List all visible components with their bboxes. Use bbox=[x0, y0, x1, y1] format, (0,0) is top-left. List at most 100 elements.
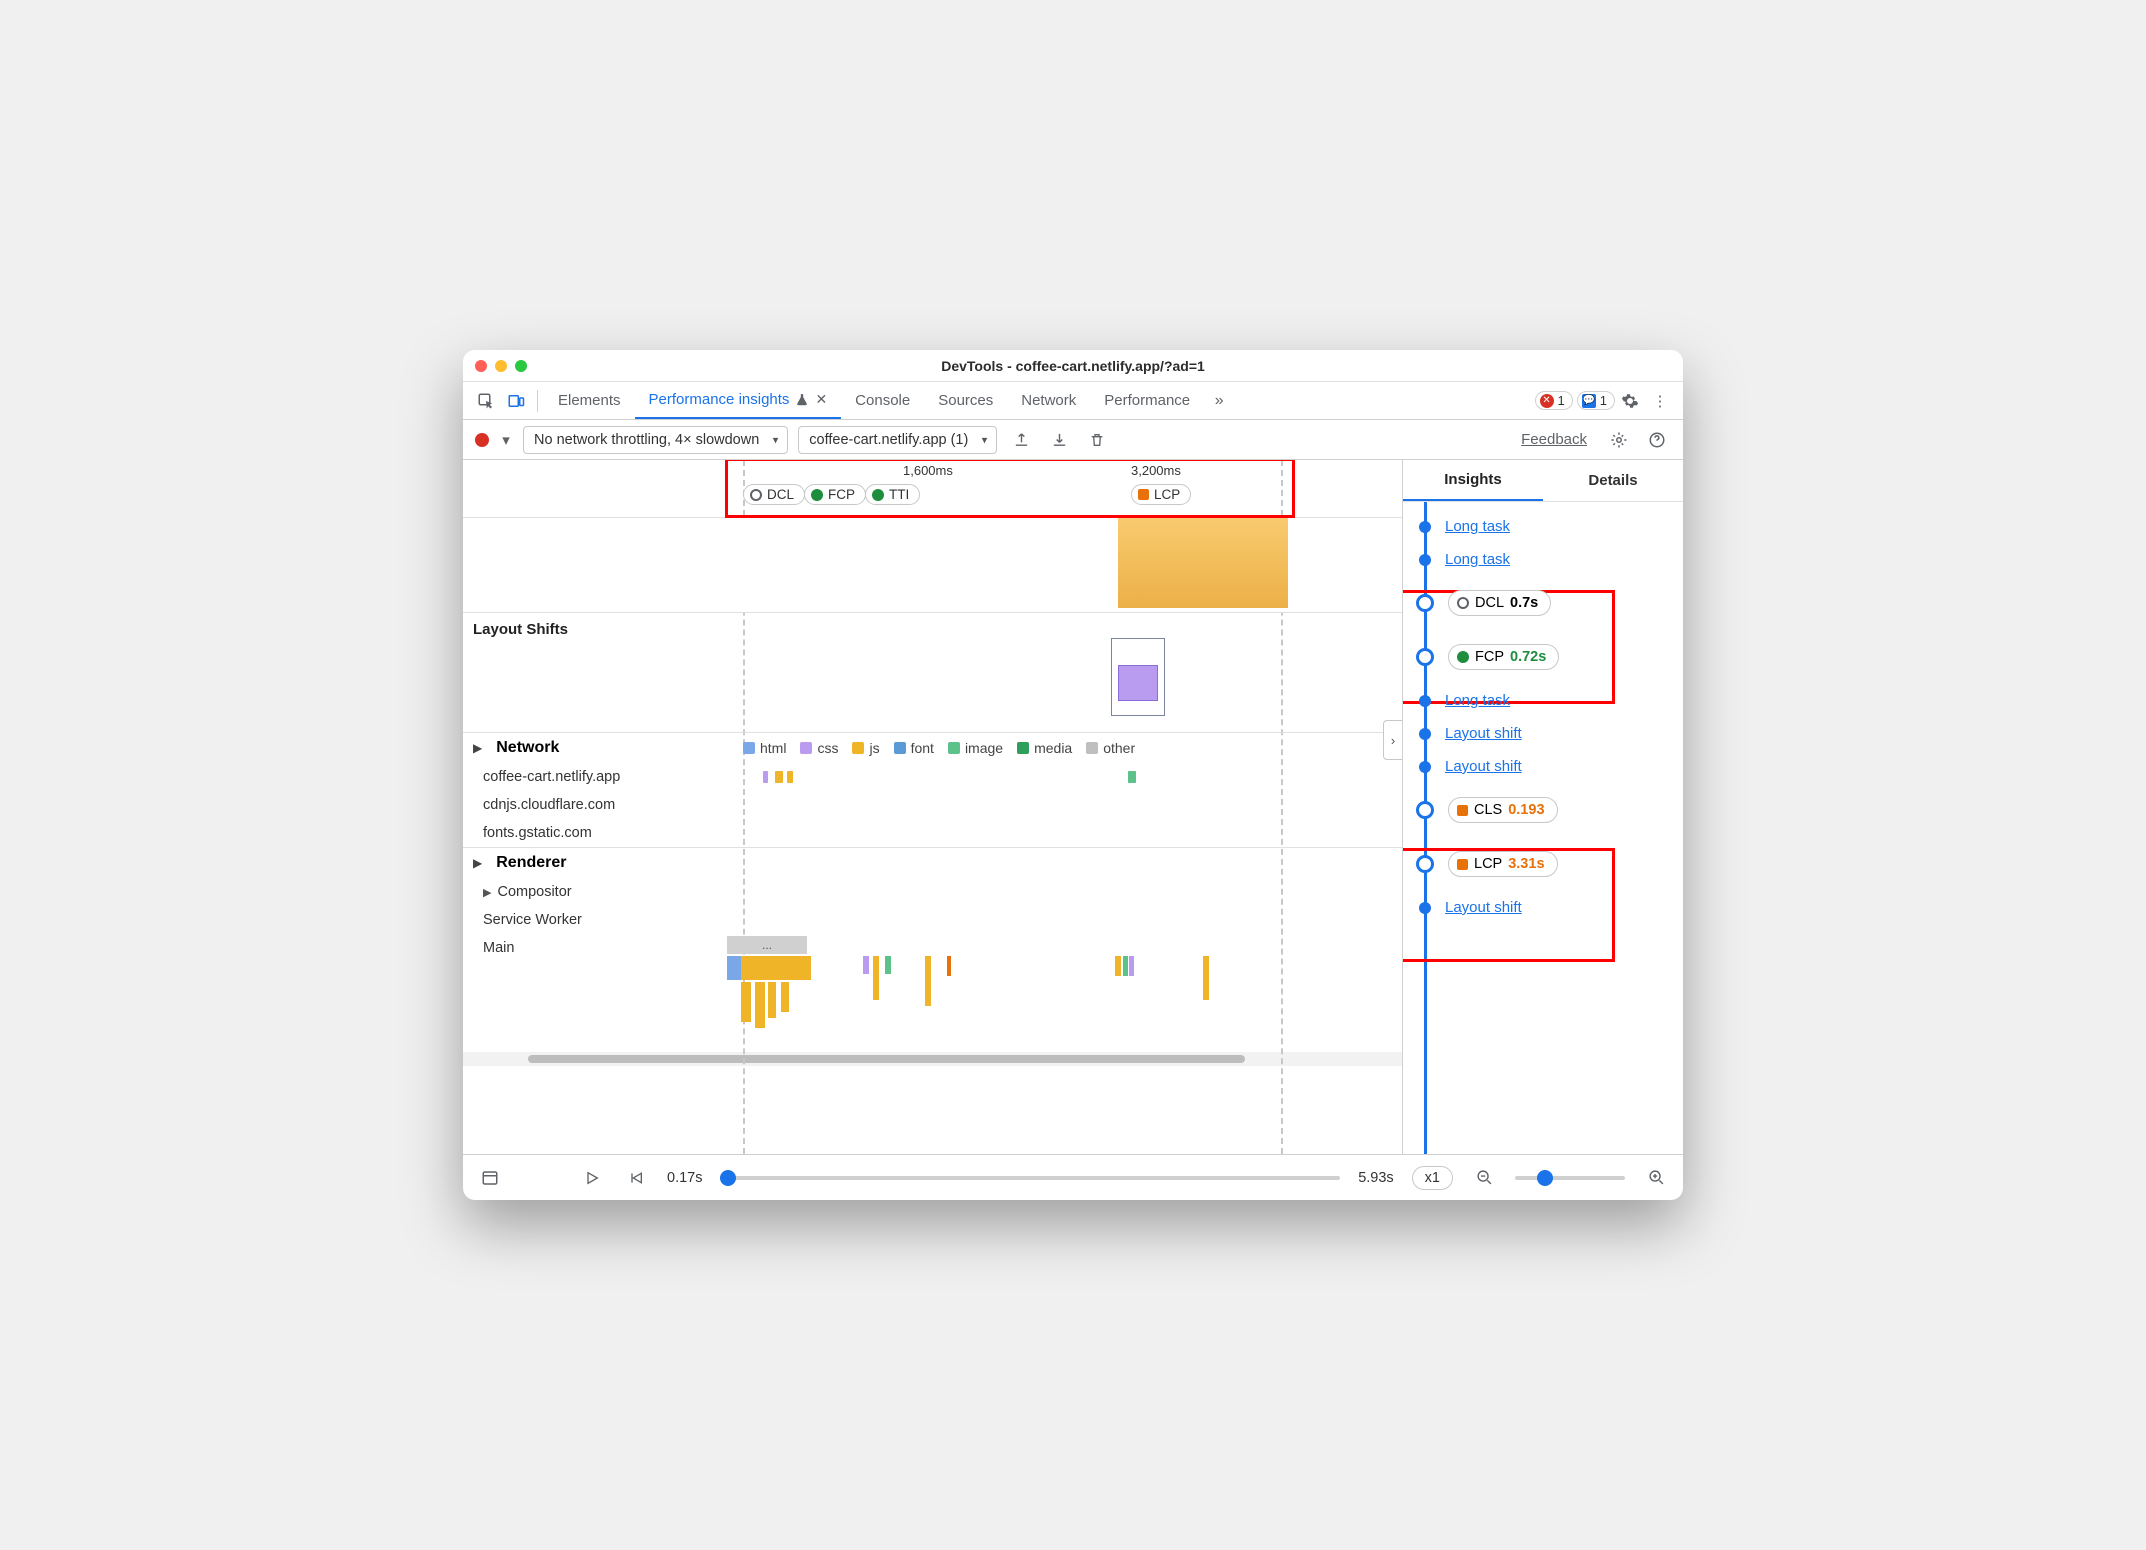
metric-pill-fcp[interactable]: FCP bbox=[804, 484, 866, 505]
insight-link[interactable]: Layout shift bbox=[1445, 725, 1522, 742]
ruler-tick: 3,200ms bbox=[1131, 463, 1181, 478]
insight-link[interactable]: Layout shift bbox=[1445, 758, 1522, 775]
skip-start-icon[interactable] bbox=[623, 1165, 649, 1191]
renderer-header[interactable]: ▶ Renderer bbox=[463, 848, 1402, 878]
zoom-slider[interactable] bbox=[1515, 1176, 1625, 1180]
insights-panel: Insights Details Long task Long task DCL… bbox=[1403, 460, 1683, 1154]
zoom-in-icon[interactable] bbox=[1643, 1165, 1669, 1191]
record-dropdown-icon[interactable]: ▾ bbox=[499, 426, 513, 454]
insight-link[interactable]: Layout shift bbox=[1445, 899, 1522, 916]
flame-collapsed[interactable]: ... bbox=[727, 936, 807, 954]
network-header[interactable]: ▶ Network html css js font image media o… bbox=[463, 733, 1402, 763]
net-chip[interactable] bbox=[775, 771, 783, 783]
network-origin-row[interactable]: cdnjs.cloudflare.com bbox=[463, 791, 1402, 819]
filmstrip-frame bbox=[1118, 518, 1288, 608]
expand-icon[interactable]: ▶ bbox=[483, 886, 491, 899]
minimize-window-button[interactable] bbox=[495, 360, 507, 372]
service-worker-row[interactable]: Service Worker bbox=[463, 906, 1402, 934]
insights-toolbar: ▾ No network throttling, 4× slowdown cof… bbox=[463, 420, 1683, 460]
more-tabs-icon[interactable]: » bbox=[1204, 386, 1234, 416]
layout-shift-thumbnail[interactable] bbox=[1111, 638, 1165, 716]
main-content: 1,600ms 3,200ms DCL FCP TTI LCP Layout S… bbox=[463, 460, 1683, 1154]
network-legend: html css js font image media other bbox=[743, 740, 1135, 756]
play-icon[interactable] bbox=[579, 1165, 605, 1191]
insights-list[interactable]: Long task Long task DCL 0.7s FCP 0.72s L… bbox=[1403, 502, 1683, 1154]
panel-tabs: Elements Performance insights ✕ Console … bbox=[463, 382, 1683, 420]
insight-metric-cls[interactable]: CLS 0.193 bbox=[1407, 783, 1679, 837]
tab-elements[interactable]: Elements bbox=[544, 382, 635, 419]
network-rows: coffee-cart.netlify.app cdnjs.cloudflare… bbox=[463, 763, 1402, 847]
insight-link[interactable]: Long task bbox=[1445, 518, 1510, 535]
zoom-out-icon[interactable] bbox=[1471, 1165, 1497, 1191]
zoom-window-button[interactable] bbox=[515, 360, 527, 372]
tab-performance[interactable]: Performance bbox=[1090, 382, 1204, 419]
playback-start-time: 0.17s bbox=[667, 1170, 702, 1186]
legend-item: html bbox=[743, 740, 786, 756]
origin-label: coffee-cart.netlify.app bbox=[483, 769, 620, 785]
help-icon[interactable] bbox=[1643, 426, 1671, 454]
record-button[interactable] bbox=[475, 433, 489, 447]
network-origin-row[interactable]: coffee-cart.netlify.app bbox=[463, 763, 1402, 791]
metric-pill-dcl[interactable]: DCL bbox=[743, 484, 805, 505]
flask-icon bbox=[795, 393, 809, 407]
legend-item: media bbox=[1017, 740, 1072, 756]
kebab-menu-icon[interactable]: ⋮ bbox=[1645, 386, 1675, 416]
feedback-link[interactable]: Feedback bbox=[1521, 431, 1587, 448]
timeline-ruler[interactable]: 1,600ms 3,200ms DCL FCP TTI LCP bbox=[463, 460, 1402, 518]
net-chip[interactable] bbox=[1128, 771, 1136, 783]
insights-tab[interactable]: Insights bbox=[1403, 460, 1543, 501]
insight-item[interactable]: Long task bbox=[1407, 684, 1679, 717]
insight-link[interactable]: Long task bbox=[1445, 551, 1510, 568]
tab-console[interactable]: Console bbox=[841, 382, 924, 419]
insight-item[interactable]: Layout shift bbox=[1407, 717, 1679, 750]
metric-pills-group: DCL FCP TTI bbox=[743, 484, 920, 505]
compositor-row[interactable]: ▶Compositor bbox=[463, 878, 1402, 906]
throttling-dropdown[interactable]: No network throttling, 4× slowdown bbox=[523, 426, 788, 454]
panel-settings-icon[interactable] bbox=[1605, 426, 1633, 454]
export-icon[interactable] bbox=[1007, 426, 1035, 454]
playback-speed[interactable]: x1 bbox=[1412, 1166, 1453, 1190]
details-tab[interactable]: Details bbox=[1543, 460, 1683, 501]
timeline-panel: 1,600ms 3,200ms DCL FCP TTI LCP Layout S… bbox=[463, 460, 1403, 1154]
tab-network[interactable]: Network bbox=[1007, 382, 1090, 419]
expand-icon[interactable]: ▶ bbox=[473, 856, 482, 870]
insight-item[interactable]: Long task bbox=[1407, 510, 1679, 543]
target-dropdown[interactable]: coffee-cart.netlify.app (1) bbox=[798, 426, 997, 454]
error-count-badge[interactable]: ✕1 bbox=[1535, 391, 1573, 410]
insight-item[interactable]: Long task bbox=[1407, 543, 1679, 576]
layout-shifts-track[interactable]: Layout Shifts bbox=[463, 613, 1402, 733]
network-origin-row[interactable]: fonts.gstatic.com bbox=[463, 819, 1402, 847]
insight-item[interactable]: Layout shift bbox=[1407, 891, 1679, 924]
main-thread-row[interactable]: Main bbox=[463, 934, 1402, 962]
legend-item: css bbox=[800, 740, 838, 756]
import-icon[interactable] bbox=[1045, 426, 1073, 454]
close-tab-icon[interactable]: ✕ bbox=[815, 391, 827, 408]
sidebar-collapse-toggle[interactable]: › bbox=[1383, 720, 1403, 760]
net-chip[interactable] bbox=[787, 771, 793, 783]
metric-pill-tti[interactable]: TTI bbox=[865, 484, 920, 505]
tab-performance-insights[interactable]: Performance insights ✕ bbox=[635, 382, 842, 419]
insight-metric-lcp[interactable]: LCP 3.31s bbox=[1407, 837, 1679, 891]
net-chip[interactable] bbox=[763, 771, 768, 783]
timeline-scrollbar[interactable] bbox=[463, 1052, 1402, 1066]
insight-metric-fcp[interactable]: FCP 0.72s bbox=[1407, 630, 1679, 684]
expand-icon[interactable]: ▶ bbox=[473, 741, 482, 755]
tab-sources[interactable]: Sources bbox=[924, 382, 1007, 419]
legend-item: font bbox=[894, 740, 934, 756]
metric-pill-lcp[interactable]: LCP bbox=[1131, 484, 1191, 505]
filmstrip[interactable] bbox=[463, 518, 1402, 613]
issue-count-badge[interactable]: 💬1 bbox=[1577, 391, 1615, 410]
flame-chart[interactable]: ... bbox=[463, 962, 1402, 1052]
insight-item[interactable]: Layout shift bbox=[1407, 750, 1679, 783]
insight-metric-dcl[interactable]: DCL 0.7s bbox=[1407, 576, 1679, 630]
window-title: DevTools - coffee-cart.netlify.app/?ad=1 bbox=[463, 358, 1683, 374]
device-toolbar-icon[interactable] bbox=[501, 386, 531, 416]
delete-icon[interactable] bbox=[1083, 426, 1111, 454]
playback-bar: 0.17s 5.93s x1 bbox=[463, 1154, 1683, 1200]
inspect-element-icon[interactable] bbox=[471, 386, 501, 416]
settings-icon[interactable] bbox=[1615, 386, 1645, 416]
console-drawer-icon[interactable] bbox=[477, 1165, 503, 1191]
playback-slider[interactable] bbox=[720, 1176, 1340, 1180]
insight-link[interactable]: Long task bbox=[1445, 692, 1510, 709]
close-window-button[interactable] bbox=[475, 360, 487, 372]
